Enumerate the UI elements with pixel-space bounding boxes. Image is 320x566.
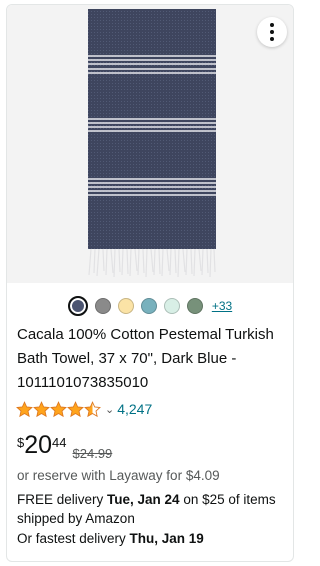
fastest-delivery: Or fastest delivery Thu, Jan 19 (17, 531, 204, 546)
towel-image (88, 9, 216, 278)
chevron-down-icon[interactable]: ⌄ (105, 403, 114, 416)
delivery-prefix: FREE delivery (17, 492, 108, 507)
product-image[interactable] (7, 5, 293, 283)
swatch-green[interactable] (186, 298, 203, 314)
product-card[interactable]: +33 Cacala 100% Cotton Pestemal Turkish … (6, 4, 294, 562)
swatch-yellow[interactable] (117, 298, 134, 314)
product-title[interactable]: Cacala 100% Cotton Pestemal Turkish Bath… (17, 323, 287, 395)
delivery-info: FREE delivery Tue, Jan 24 on $25 of item… (17, 490, 292, 528)
swatch-dark-blue[interactable] (67, 296, 88, 316)
star-icon (50, 400, 67, 417)
swatch-teal[interactable] (140, 298, 157, 314)
swatch-mint[interactable] (163, 298, 180, 314)
price-fraction: 44 (52, 435, 67, 450)
more-colors-link[interactable]: +33 (212, 299, 232, 313)
color-swatches: +33 (7, 291, 293, 321)
star-icon (67, 400, 84, 417)
star-icon (16, 400, 33, 417)
star-rating[interactable] (16, 400, 101, 418)
rating-row: ⌄ 4,247 (16, 399, 152, 419)
fastest-prefix: Or fastest delivery (17, 531, 130, 546)
rating-count-link[interactable]: 4,247 (117, 401, 152, 417)
delivery-date: Tue, Jan 24 (107, 492, 180, 507)
price[interactable]: $ 20 44 $24.99 (17, 429, 112, 465)
star-icon (33, 400, 50, 417)
swatch-gray[interactable] (94, 298, 111, 314)
layaway-text: or reserve with Layaway for $4.09 (17, 468, 220, 483)
kebab-menu-icon[interactable] (257, 17, 287, 47)
price-whole: 20 (24, 431, 53, 459)
price-symbol: $ (17, 435, 25, 450)
list-price: $24.99 (72, 446, 113, 461)
star-icon (84, 400, 101, 417)
fastest-date: Thu, Jan 19 (129, 531, 204, 546)
